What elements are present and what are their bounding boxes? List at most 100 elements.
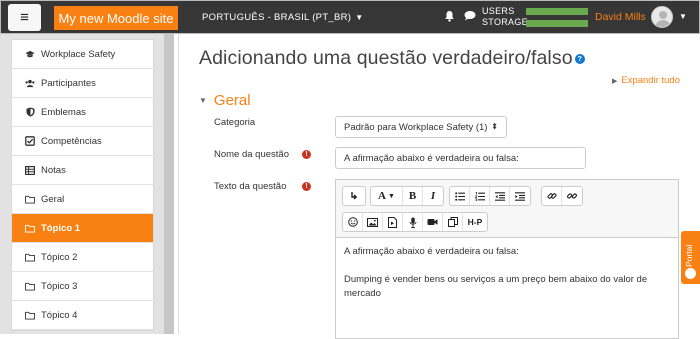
- required-icon: !: [302, 150, 311, 159]
- shield-icon: [25, 107, 35, 117]
- toolbar-group-media: H-P: [342, 212, 488, 232]
- bold-button[interactable]: B: [403, 187, 423, 205]
- usage-labels: USERS STORAGE: [482, 6, 528, 28]
- category-label: Categoria: [214, 117, 256, 128]
- sidebar-item-participants[interactable]: Participantes: [12, 69, 153, 98]
- sidebar-item-label: Tópico 3: [41, 280, 78, 292]
- page-title-text: Adicionando uma questão verdadeiro/falso: [199, 47, 573, 69]
- avatar[interactable]: [651, 6, 673, 28]
- emoji-icon[interactable]: [343, 213, 363, 231]
- sidebar-item-label: Geral: [41, 193, 65, 205]
- course-nav: Workplace Safety Participantes Emblemas …: [11, 39, 154, 331]
- graduation-cap-icon: [25, 49, 35, 59]
- users-icon: [25, 78, 35, 88]
- users-usage-bar: [526, 8, 588, 15]
- hamburger-icon: ≡: [20, 9, 29, 26]
- category-value: Padrão para Workplace Safety (1): [344, 121, 488, 133]
- question-text-label: Texto da questão: [214, 181, 287, 192]
- expand-all-label: Expandir tudo: [621, 75, 680, 86]
- italic-button[interactable]: I: [423, 187, 443, 205]
- sidebar-item-label: Workplace Safety: [41, 48, 116, 60]
- editor-content[interactable]: A afirmação abaixo é verdadeira ou falsa…: [344, 245, 670, 301]
- sidebar-item-topic-2[interactable]: Tópico 2: [12, 243, 153, 272]
- sidebar-item-general[interactable]: Geral: [12, 185, 153, 214]
- section-general-toggle[interactable]: ▼ Geral: [199, 92, 251, 109]
- font-style-button[interactable]: A ▼: [371, 187, 403, 205]
- top-navbar: ≡ My new Moodle site PORTUGUÊS - BRASIL …: [0, 0, 700, 34]
- media-file-icon[interactable]: [383, 213, 403, 231]
- link-icon[interactable]: [542, 187, 562, 205]
- sidebar-item-label: Tópico 1: [41, 222, 81, 234]
- sidebar-item-label: Notas: [41, 164, 66, 176]
- sidebar-item-label: Tópico 2: [41, 251, 78, 263]
- question-name-value: A afirmação abaixo é verdadeira ou falsa…: [344, 152, 519, 164]
- storage-label: STORAGE: [482, 17, 528, 27]
- sidebar-item-label: Tópico 4: [41, 309, 78, 321]
- sidebar-item-topic-1[interactable]: Tópico 1: [12, 214, 153, 243]
- portal-avatar-icon: [685, 268, 696, 279]
- category-select[interactable]: Padrão para Workplace Safety (1) ⬍: [335, 116, 507, 138]
- toolbar-group-collapse: [342, 186, 366, 206]
- toolbar-group-lists: [449, 186, 531, 206]
- sidebar-item-topic-4[interactable]: Tópico 4: [12, 301, 153, 330]
- folder-icon: [25, 223, 35, 233]
- language-label: PORTUGUÊS - BRASIL (PT_BR): [202, 12, 352, 23]
- sidebar-item-label: Participantes: [41, 77, 96, 89]
- sidebar-item-badges[interactable]: Emblemas: [12, 98, 153, 127]
- main-content: Adicionando uma questão verdadeiro/falso…: [178, 34, 696, 339]
- show-more-buttons-icon[interactable]: [343, 187, 365, 205]
- chat-icon[interactable]: [464, 10, 476, 24]
- ordered-list-icon[interactable]: [470, 187, 490, 205]
- site-name-link[interactable]: My new Moodle site: [54, 6, 178, 30]
- image-icon[interactable]: [363, 213, 383, 231]
- portal-tab[interactable]: Portal: [681, 231, 700, 284]
- question-name-label: Nome da questão: [214, 149, 289, 160]
- expand-all-link[interactable]: ▶ Expandir tudo: [612, 75, 680, 86]
- folder-icon: [25, 194, 35, 204]
- indent-icon[interactable]: [510, 187, 530, 205]
- table-icon: [25, 165, 35, 175]
- user-name[interactable]: David Mills: [595, 11, 646, 23]
- editor-toolbar: A ▼ B I H-P: [336, 180, 678, 238]
- storage-usage-bar: [526, 20, 588, 27]
- h5p-button[interactable]: H-P: [463, 213, 487, 231]
- question-text-editor[interactable]: A ▼ B I H-P A afirmação abaixo é verdade…: [335, 179, 679, 339]
- folder-icon: [25, 252, 35, 262]
- required-icon: !: [302, 182, 311, 191]
- sidebar-item-grades[interactable]: Notas: [12, 156, 153, 185]
- sidebar-item-topic-3[interactable]: Tópico 3: [12, 272, 153, 301]
- microphone-icon[interactable]: [403, 213, 423, 231]
- section-title: Geral: [213, 92, 251, 109]
- sidebar-item-competencies[interactable]: Competências: [12, 127, 153, 156]
- select-arrows-icon: ⬍: [491, 122, 498, 131]
- menu-toggle-button[interactable]: ≡: [8, 4, 41, 31]
- help-icon[interactable]: ?: [574, 53, 585, 64]
- users-label: USERS: [482, 6, 515, 16]
- checkbox-icon: [25, 136, 35, 146]
- sidebar-item-label: Competências: [41, 135, 102, 147]
- sidebar-scrollbar[interactable]: [164, 34, 174, 334]
- language-menu[interactable]: PORTUGUÊS - BRASIL (PT_BR) ▼: [202, 12, 364, 23]
- toolbar-group-style: A ▼ B I: [370, 186, 444, 206]
- editor-paragraph: A afirmação abaixo é verdadeira ou falsa…: [344, 246, 519, 257]
- caret-down-icon: ▼: [355, 13, 364, 22]
- toolbar-group-links: [541, 186, 583, 206]
- video-camera-icon[interactable]: [423, 213, 443, 231]
- caret-right-icon: ▶: [611, 78, 618, 85]
- caret-down-icon: ▼: [199, 96, 207, 105]
- page-title: Adicionando uma questão verdadeiro/falso…: [199, 47, 585, 70]
- font-style-label: A: [378, 190, 386, 202]
- editor-paragraph: Dumping é vender bens ou serviços a um p…: [344, 274, 648, 299]
- sidebar-item-label: Emblemas: [41, 106, 86, 118]
- folder-icon: [25, 281, 35, 291]
- manage-files-icon[interactable]: [443, 213, 463, 231]
- unordered-list-icon[interactable]: [450, 187, 470, 205]
- user-menu-caret-icon[interactable]: ▼: [679, 12, 687, 21]
- unlink-icon[interactable]: [562, 187, 582, 205]
- folder-icon: [25, 310, 35, 320]
- outdent-icon[interactable]: [490, 187, 510, 205]
- bell-icon[interactable]: [444, 10, 455, 25]
- sidebar-item-workplace-safety[interactable]: Workplace Safety: [12, 40, 153, 69]
- portal-tab-label: Portal: [684, 244, 694, 267]
- question-name-input[interactable]: A afirmação abaixo é verdadeira ou falsa…: [335, 147, 586, 169]
